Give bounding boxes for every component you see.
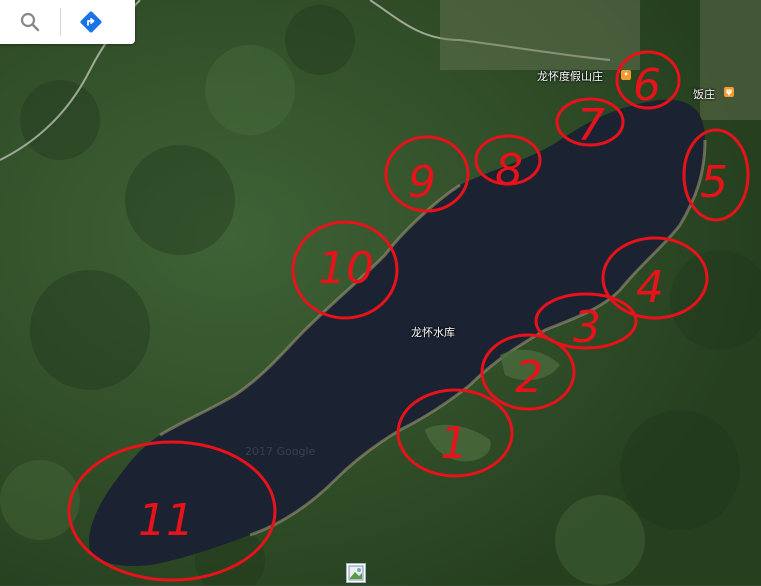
marker-label-1: 1 [440, 418, 468, 469]
marker-label-4: 4 [636, 262, 664, 313]
village-area [440, 0, 640, 70]
marker-label-11: 11 [138, 495, 194, 546]
marker-label-7: 7 [577, 100, 605, 151]
resort-pin-icon[interactable]: • [621, 70, 631, 80]
marker-label-2: 2 [515, 352, 543, 403]
directions-button[interactable] [61, 0, 121, 44]
search-button[interactable] [0, 0, 60, 44]
marker-label-9: 9 [408, 157, 436, 208]
marker-label-3: 3 [573, 302, 601, 353]
map-watermark: 2017 Google [245, 445, 316, 458]
marker-label-6: 6 [633, 60, 661, 111]
directions-icon [80, 11, 102, 33]
reservoir-label[interactable]: 龙怀水库 [411, 324, 455, 340]
restaurant-pin-icon[interactable]: ψ [724, 87, 734, 97]
marker-label-5: 5 [700, 157, 728, 208]
marker-label-10: 10 [318, 243, 374, 294]
search-icon [20, 12, 40, 32]
village-area [700, 0, 761, 120]
restaurant-label[interactable]: 饭庄 [693, 86, 715, 102]
marker-label-8: 8 [495, 145, 523, 196]
resort-label[interactable]: 龙怀度假山庄 [537, 68, 603, 84]
map-toolbar [0, 0, 135, 44]
satellite-map[interactable]: 2017 Google 1 2 3 4 5 6 7 8 9 10 11 [0, 0, 761, 585]
broken-image-icon [346, 563, 366, 583]
